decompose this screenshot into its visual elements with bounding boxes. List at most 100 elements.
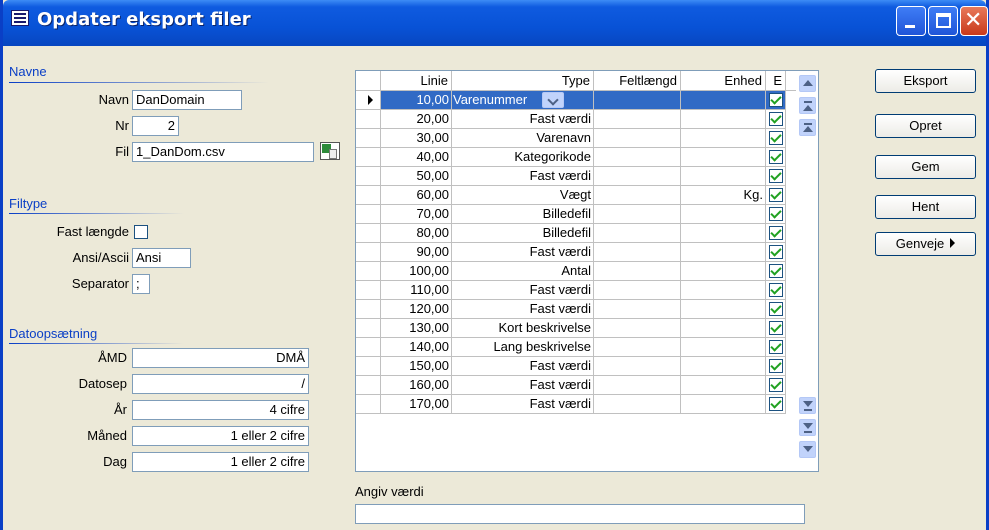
cell-type[interactable]: Antal	[452, 262, 594, 281]
table-row[interactable]: 140,00 Lang beskrivelse	[356, 338, 796, 357]
cell-enhed[interactable]	[681, 376, 766, 395]
close-button[interactable]: ✕	[960, 6, 988, 36]
cell-type[interactable]: Varenummer	[452, 91, 594, 110]
ansi-ascii-field[interactable]: Ansi	[132, 248, 191, 268]
table-row[interactable]: 170,00 Fast værdi	[356, 395, 796, 414]
genveje-button[interactable]: Genveje	[875, 232, 976, 256]
table-row[interactable]: 160,00 Fast værdi	[356, 376, 796, 395]
cell-type[interactable]: Kort beskrivelse	[452, 319, 594, 338]
cell-enhed[interactable]	[681, 395, 766, 414]
cell-feltlaengd[interactable]	[594, 148, 681, 167]
cell-feltlaengd[interactable]	[594, 129, 681, 148]
cell-type[interactable]: Fast værdi	[452, 281, 594, 300]
cell-feltlaengd[interactable]	[594, 186, 681, 205]
table-row[interactable]: 50,00 Fast værdi	[356, 167, 796, 186]
cell-type[interactable]: Fast værdi	[452, 395, 594, 414]
eksport-button[interactable]: Eksport	[875, 69, 976, 93]
cell-type[interactable]: Billedefil	[452, 224, 594, 243]
cell-feltlaengd[interactable]	[594, 357, 681, 376]
cell-enhed[interactable]	[681, 262, 766, 281]
cell-feltlaengd[interactable]	[594, 281, 681, 300]
cell-feltlaengd[interactable]	[594, 243, 681, 262]
cell-enhed[interactable]: Kg.	[681, 186, 766, 205]
cell-linie[interactable]: 150,00	[381, 357, 452, 376]
excel-file-icon[interactable]	[320, 142, 340, 160]
cell-type[interactable]: Fast værdi	[452, 243, 594, 262]
cell-enhed[interactable]	[681, 110, 766, 129]
export-checkbox[interactable]	[769, 302, 783, 316]
nr-field[interactable]: 2	[132, 116, 179, 136]
cell-enhed[interactable]	[681, 91, 766, 110]
cell-enhed[interactable]	[681, 205, 766, 224]
cell-enhed[interactable]	[681, 357, 766, 376]
header-enhed[interactable]: Enhed	[681, 71, 766, 91]
export-checkbox[interactable]	[769, 131, 783, 145]
cell-enhed[interactable]	[681, 148, 766, 167]
export-lines-grid[interactable]: Linie Type Feltlængd Enhed E 10,00 Varenu…	[355, 70, 819, 472]
cell-linie[interactable]: 40,00	[381, 148, 452, 167]
cell-feltlaengd[interactable]	[594, 224, 681, 243]
cell-linie[interactable]: 120,00	[381, 300, 452, 319]
table-row[interactable]: 150,00 Fast værdi	[356, 357, 796, 376]
cell-linie[interactable]: 60,00	[381, 186, 452, 205]
cell-linie[interactable]: 10,00	[381, 91, 452, 110]
angiv-vaerdi-field[interactable]	[355, 504, 805, 524]
table-row[interactable]: 80,00 Billedefil	[356, 224, 796, 243]
cell-enhed[interactable]	[681, 224, 766, 243]
export-checkbox[interactable]	[769, 378, 783, 392]
export-checkbox[interactable]	[769, 169, 783, 183]
table-row[interactable]: 30,00 Varenavn	[356, 129, 796, 148]
scroll-page-up-button[interactable]	[799, 97, 816, 114]
hent-button[interactable]: Hent	[875, 195, 976, 219]
export-checkbox[interactable]	[769, 321, 783, 335]
table-row[interactable]: 20,00 Fast værdi	[356, 110, 796, 129]
header-feltlaengd[interactable]: Feltlængd	[594, 71, 681, 91]
opret-button[interactable]: Opret	[875, 114, 976, 138]
fast-laengde-checkbox[interactable]	[134, 225, 148, 239]
cell-type[interactable]: Kategorikode	[452, 148, 594, 167]
table-row[interactable]: 130,00 Kort beskrivelse	[356, 319, 796, 338]
minimize-button[interactable]	[896, 6, 926, 36]
cell-linie[interactable]: 90,00	[381, 243, 452, 262]
cell-enhed[interactable]	[681, 319, 766, 338]
cell-type[interactable]: Fast værdi	[452, 300, 594, 319]
header-e[interactable]: E	[766, 71, 786, 91]
cell-type[interactable]: Lang beskrivelse	[452, 338, 594, 357]
cell-feltlaengd[interactable]	[594, 338, 681, 357]
table-row[interactable]: 60,00 Vægt Kg.	[356, 186, 796, 205]
dato-field-aar[interactable]: 4 cifre	[132, 400, 309, 420]
cell-feltlaengd[interactable]	[594, 395, 681, 414]
cell-enhed[interactable]	[681, 281, 766, 300]
gem-button[interactable]: Gem	[875, 155, 976, 179]
header-linie[interactable]: Linie	[381, 71, 452, 91]
cell-linie[interactable]: 30,00	[381, 129, 452, 148]
cell-feltlaengd[interactable]	[594, 91, 681, 110]
cell-feltlaengd[interactable]	[594, 376, 681, 395]
table-row[interactable]: 110,00 Fast værdi	[356, 281, 796, 300]
cell-linie[interactable]: 140,00	[381, 338, 452, 357]
cell-type[interactable]: Billedefil	[452, 205, 594, 224]
cell-linie[interactable]: 110,00	[381, 281, 452, 300]
scroll-up-button[interactable]	[799, 75, 816, 92]
dato-field-datosep[interactable]: /	[132, 374, 309, 394]
dato-field-dag[interactable]: 1 eller 2 cifre	[132, 452, 309, 472]
cell-type[interactable]: Fast værdi	[452, 167, 594, 186]
cell-linie[interactable]: 20,00	[381, 110, 452, 129]
cell-feltlaengd[interactable]	[594, 167, 681, 186]
cell-enhed[interactable]	[681, 300, 766, 319]
scroll-bottom-button[interactable]	[799, 397, 816, 414]
cell-feltlaengd[interactable]	[594, 110, 681, 129]
cell-linie[interactable]: 160,00	[381, 376, 452, 395]
cell-linie[interactable]: 170,00	[381, 395, 452, 414]
navn-field[interactable]: DanDomain	[132, 90, 242, 110]
export-checkbox[interactable]	[769, 359, 783, 373]
cell-feltlaengd[interactable]	[594, 205, 681, 224]
table-row[interactable]: 40,00 Kategorikode	[356, 148, 796, 167]
cell-linie[interactable]: 100,00	[381, 262, 452, 281]
export-checkbox[interactable]	[769, 150, 783, 164]
table-row[interactable]: 90,00 Fast værdi	[356, 243, 796, 262]
export-checkbox[interactable]	[769, 226, 783, 240]
export-checkbox[interactable]	[769, 340, 783, 354]
maximize-button[interactable]	[928, 6, 958, 36]
cell-linie[interactable]: 80,00	[381, 224, 452, 243]
